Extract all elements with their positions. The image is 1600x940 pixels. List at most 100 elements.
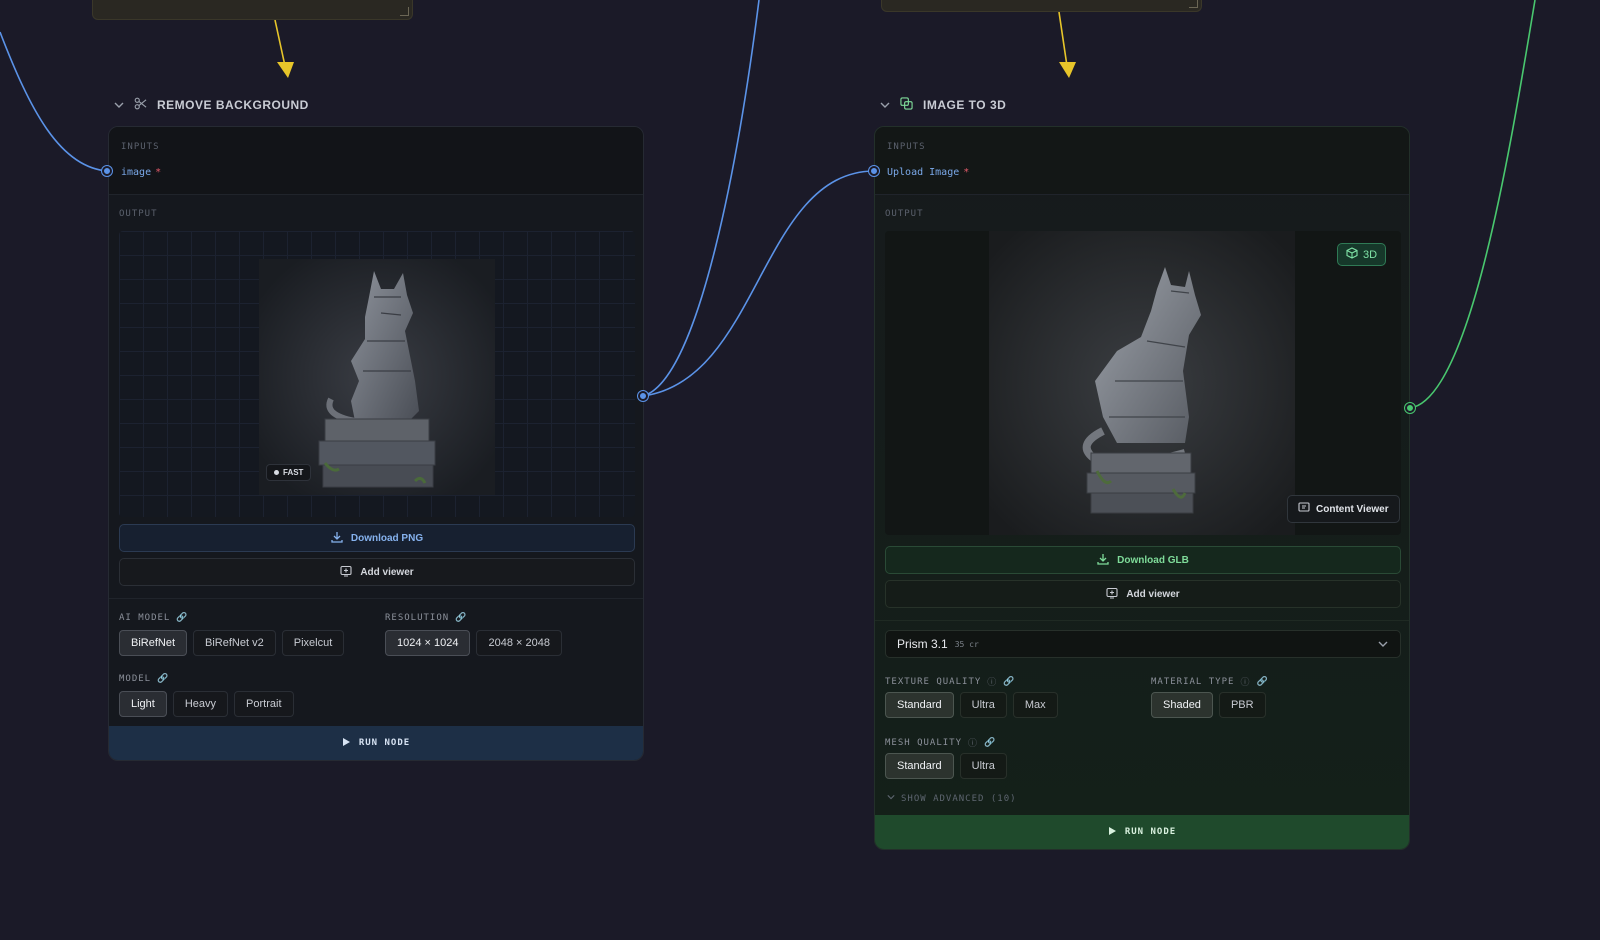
node-title: IMAGE TO 3D	[923, 98, 1007, 112]
download-glb-button[interactable]: Download GLB	[885, 546, 1401, 574]
fast-badge-text: FAST	[283, 468, 304, 477]
chip-pixelcut[interactable]: Pixelcut	[281, 630, 345, 656]
output-port-remove-bg[interactable]	[638, 391, 648, 401]
texture-quality-label: TEXTURE QUALITY ⓘ 🔗	[885, 675, 1016, 689]
play-icon	[342, 737, 351, 749]
model-select-value: Prism 3.1	[897, 637, 948, 651]
material-type-label: MATERIAL TYPE ⓘ 🔗	[1151, 675, 1269, 689]
resolution-label-text: RESOLUTION	[385, 613, 450, 623]
cube-icon	[1346, 247, 1358, 262]
model-options: Light Heavy Portrait	[119, 691, 294, 717]
info-icon[interactable]: ⓘ	[968, 736, 978, 749]
port-name: Upload Image	[887, 167, 960, 178]
link-icon[interactable]: 🔗	[455, 613, 467, 623]
download-glb-label: Download GLB	[1117, 554, 1189, 566]
model-select[interactable]: Prism 3.1 35 cr	[885, 630, 1401, 658]
chip-birefnet-v2[interactable]: BiRefNet v2	[193, 630, 276, 656]
node-image-to-3d[interactable]: INPUTS Upload Image * OUTPUT 3D Content V…	[874, 126, 1410, 850]
link-icon[interactable]: 🔗	[1003, 677, 1015, 687]
credit-cost: 35 cr	[954, 639, 979, 649]
link-icon[interactable]: 🔗	[157, 674, 169, 684]
run-node-label: RUN NODE	[1124, 827, 1177, 837]
show-advanced-toggle[interactable]: SHOW ADVANCED (10)	[887, 793, 1017, 804]
show-advanced-label: SHOW ADVANCED (10)	[901, 793, 1017, 804]
run-node-button[interactable]: RUN NODE	[109, 726, 643, 760]
output-preview[interactable]: FAST	[119, 231, 635, 517]
arrow-into-remove-bg	[274, 19, 294, 78]
3d-badge: 3D	[1337, 243, 1387, 266]
input-port-remove-bg[interactable]	[102, 166, 112, 176]
chip-birefnet[interactable]: BiRefNet	[119, 630, 188, 656]
chip-heavy[interactable]: Heavy	[172, 691, 229, 717]
resize-handle[interactable]	[1189, 0, 1198, 8]
inputs-section: INPUTS image *	[109, 127, 643, 195]
play-icon	[1108, 826, 1117, 838]
ai-model-options: BiRefNet BiRefNet v2 Pixelcut	[119, 630, 345, 656]
inputs-section: INPUTS Upload Image *	[875, 127, 1409, 195]
collapse-chevron-icon[interactable]	[114, 100, 124, 110]
chip-light[interactable]: Light	[119, 691, 167, 717]
chip-texture-max[interactable]: Max	[1012, 692, 1058, 718]
port-name: image	[121, 167, 152, 178]
wire-image3d-out	[1409, 0, 1536, 409]
inputs-label: INPUTS	[121, 142, 160, 152]
run-node-label: RUN NODE	[358, 738, 411, 748]
chip-2048[interactable]: 2048 × 2048	[476, 630, 562, 656]
3d-badge-text: 3D	[1363, 248, 1378, 261]
cat-statue-image	[259, 259, 495, 495]
scissors-icon	[134, 97, 147, 113]
chevron-down-icon	[887, 793, 895, 804]
texture-quality-label-text: TEXTURE QUALITY	[885, 676, 982, 687]
mesh-quality-label: MESH QUALITY ⓘ 🔗	[885, 736, 996, 750]
monitor-plus-icon	[340, 565, 352, 580]
mesh-quality-label-text: MESH QUALITY	[885, 737, 963, 748]
3d-output-preview[interactable]: 3D Content Viewer	[885, 231, 1401, 535]
resolution-label: RESOLUTION 🔗	[385, 613, 467, 623]
run-node-button[interactable]: RUN NODE	[875, 815, 1409, 849]
node-remove-background[interactable]: INPUTS image * OUTPUT FAST Download PNG A…	[108, 126, 644, 761]
add-viewer-button[interactable]: Add viewer	[119, 558, 635, 586]
wire-remove-bg-out-up	[642, 0, 760, 397]
download-icon	[1097, 553, 1109, 568]
model-label: MODEL 🔗	[119, 674, 169, 684]
info-icon[interactable]: ⓘ	[987, 675, 997, 688]
chip-material-shaded[interactable]: Shaded	[1151, 692, 1213, 718]
link-icon[interactable]: 🔗	[1256, 677, 1268, 687]
fast-badge: FAST	[266, 464, 312, 481]
chip-texture-ultra[interactable]: Ultra	[959, 692, 1007, 718]
node-header-remove-background[interactable]: REMOVE BACKGROUND	[114, 97, 309, 113]
chip-1024[interactable]: 1024 × 1024	[385, 630, 471, 656]
download-png-button[interactable]: Download PNG	[119, 524, 635, 552]
chip-texture-standard[interactable]: Standard	[885, 692, 954, 718]
inputs-label: INPUTS	[887, 142, 926, 152]
link-icon[interactable]: 🔗	[984, 738, 996, 748]
chip-portrait[interactable]: Portrait	[234, 691, 294, 717]
upstream-node-right[interactable]	[881, 0, 1202, 12]
resize-handle[interactable]	[400, 7, 409, 16]
link-icon[interactable]: 🔗	[176, 613, 188, 623]
collapse-chevron-icon[interactable]	[880, 100, 890, 110]
content-viewer-button[interactable]: Content Viewer	[1287, 495, 1400, 523]
download-icon	[331, 531, 343, 546]
wire-input-to-remove-bg	[0, 31, 109, 172]
node-header-image-to-3d[interactable]: IMAGE TO 3D	[880, 97, 1006, 113]
output-label: OUTPUT	[119, 209, 158, 219]
model-label-text: MODEL	[119, 674, 152, 684]
material-type-options: Shaded PBR	[1151, 692, 1266, 718]
dot-icon	[274, 470, 279, 475]
divider	[109, 598, 643, 599]
divider	[875, 620, 1409, 621]
info-icon[interactable]: ⓘ	[1240, 675, 1250, 688]
output-port-image-to-3d[interactable]	[1405, 403, 1415, 413]
chip-mesh-standard[interactable]: Standard	[885, 753, 954, 779]
ai-model-label-text: AI MODEL	[119, 613, 171, 623]
add-viewer-button[interactable]: Add viewer	[885, 580, 1401, 608]
resolution-options: 1024 × 1024 2048 × 2048	[385, 630, 562, 656]
chip-mesh-ultra[interactable]: Ultra	[959, 753, 1007, 779]
texture-quality-options: Standard Ultra Max	[885, 692, 1058, 718]
chip-material-pbr[interactable]: PBR	[1218, 692, 1266, 718]
input-port-image-to-3d[interactable]	[869, 166, 879, 176]
output-label: OUTPUT	[885, 209, 924, 219]
arrow-into-image3d	[1058, 11, 1076, 78]
upstream-node-left[interactable]	[92, 0, 413, 20]
